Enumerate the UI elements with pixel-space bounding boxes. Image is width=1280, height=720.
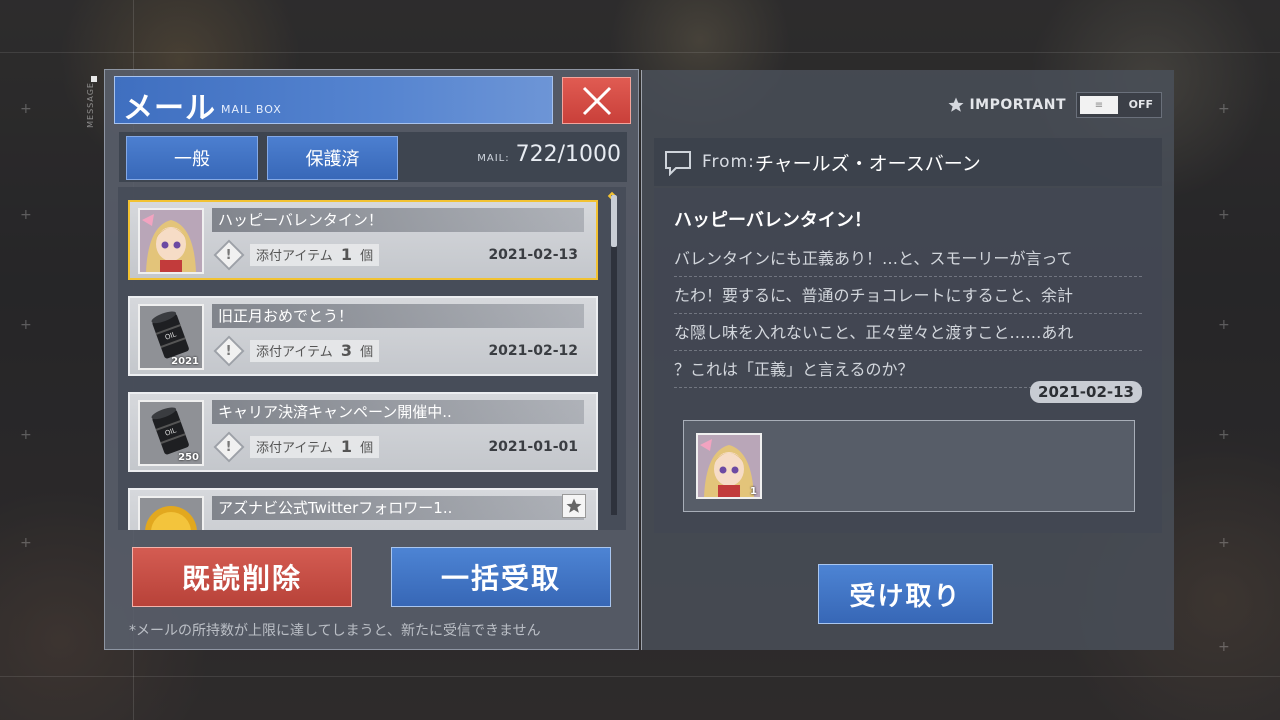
toggle-knob-icon: ≡: [1080, 96, 1118, 114]
exclamation-icon: !: [213, 239, 245, 271]
attachment-label: 添付アイテム: [256, 345, 333, 360]
mail-item-meta: ! 添付アイテム 3 個 2021-02-12: [212, 335, 584, 367]
mail-item-meta: ! 添付アイテム 1 個 2021-02-13: [212, 239, 584, 271]
message-line: な隠し味を入れないこと、正々堂々と渡すこと……あれ: [674, 314, 1142, 351]
message-body-area: ハッピーバレンタイン！ バレンタインにも正義あり！…と、スモーリーが言って たわ…: [654, 188, 1162, 533]
mail-count-label: MAIL:: [477, 153, 510, 164]
mail-item-meta: ! 添付アイテム 1 個 2021-01-01: [212, 431, 584, 463]
crosshair-icon: +: [20, 317, 32, 333]
mail-list[interactable]: ハッピーバレンタイン！ ! 添付アイテム 1 個 2021-02-13 OIL …: [118, 187, 626, 530]
mailbox-footnote: *メールの所持数が上限に達してしまうと、新たに受信できません: [129, 623, 541, 639]
message-body: バレンタインにも正義あり！…と、スモーリーが言って たわ！要するに、普通のチョコ…: [674, 240, 1142, 388]
message-date: 2021-02-13: [1030, 381, 1142, 403]
crosshair-icon: +: [1218, 207, 1230, 223]
mailbox-title-bar: メール MAIL BOX: [114, 76, 553, 126]
tab-general[interactable]: 一般: [126, 136, 258, 180]
mail-count-value: 722/1000: [515, 142, 621, 167]
from-label: From:: [702, 152, 755, 172]
from-bar: From: チャールズ・オースバーン: [654, 138, 1162, 186]
grid-line: [0, 52, 1280, 53]
close-button[interactable]: [562, 77, 631, 124]
mail-item[interactable]: OIL 2021 旧正月おめでとう！ ! 添付アイテム 3 個 2021-02-…: [128, 296, 598, 376]
mail-item-title: キャリア決済キャンペーン開催中..: [212, 400, 584, 424]
crosshair-icon: +: [20, 207, 32, 223]
grid-line: [0, 676, 1280, 677]
tab-protected[interactable]: 保護済: [267, 136, 398, 180]
crosshair-icon: +: [1218, 535, 1230, 551]
item-quantity: 250: [178, 452, 199, 463]
mail-item-title: ハッピーバレンタイン！: [212, 208, 584, 232]
character-avatar-icon: [138, 208, 204, 274]
attachment-count: 1: [340, 437, 352, 456]
oil-barrel-icon: OIL 2021: [138, 304, 204, 370]
crosshair-icon: +: [1218, 639, 1230, 655]
close-icon: [582, 86, 611, 115]
avatar-image: [140, 210, 202, 272]
item-quantity: 2021: [171, 356, 199, 367]
mail-item-date: 2021-01-01: [488, 439, 578, 455]
message-title: ハッピーバレンタイン！: [674, 210, 872, 231]
important-label: IMPORTANT: [947, 96, 1066, 114]
from-name: チャールズ・オースバーン: [754, 152, 981, 175]
crosshair-icon: +: [1218, 317, 1230, 333]
crosshair-icon: +: [1218, 427, 1230, 443]
message-line: バレンタインにも正義あり！…と、スモーリーが言って: [674, 240, 1142, 277]
side-label: MESSAGE: [86, 82, 95, 128]
attachment-unit: 個: [360, 249, 374, 264]
mail-item-date: 2021-02-12: [488, 343, 578, 359]
delete-read-button[interactable]: 既読削除: [132, 547, 352, 607]
attachment-info: 添付アイテム 1 個: [250, 436, 380, 458]
message-line: たわ！要するに、普通のチョコレートにすること、余計: [674, 277, 1142, 314]
attachment-label: 添付アイテム: [256, 249, 333, 264]
crosshair-icon: +: [1218, 101, 1230, 117]
important-star-icon: [562, 494, 586, 518]
speech-bubble-icon: [665, 151, 691, 176]
toggle-state: OFF: [1128, 98, 1153, 111]
attachment-count: 1: [340, 245, 352, 264]
claim-all-button[interactable]: 一括受取: [391, 547, 611, 607]
mailbox-header: 一般 保護済 MAIL: 722/1000: [119, 132, 627, 182]
attachment-label: 添付アイテム: [256, 441, 333, 456]
mail-detail-panel: IMPORTANT ≡ OFF From: チャールズ・オースバーン ハッピーバ…: [641, 70, 1174, 650]
star-icon: [948, 97, 964, 112]
attachment-info: 添付アイテム 1 個: [250, 244, 380, 266]
mailbox-panel: メール MAIL BOX 一般 保護済 MAIL: 722/1000 ハッピーバ…: [104, 69, 639, 650]
attachment-unit: 個: [360, 441, 374, 456]
attachment-unit: 個: [360, 345, 374, 360]
crosshair-icon: +: [20, 101, 32, 117]
important-toggle[interactable]: ≡ OFF: [1076, 92, 1162, 118]
oil-barrel-icon: OIL 250: [138, 400, 204, 466]
mail-item[interactable]: ハッピーバレンタイン！ ! 添付アイテム 1 個 2021-02-13: [128, 200, 598, 280]
attachment-count: 3: [340, 341, 352, 360]
crosshair-icon: +: [20, 427, 32, 443]
exclamation-icon: !: [213, 335, 245, 367]
mail-item-title: 旧正月おめでとう！: [212, 304, 584, 328]
attachment-info: 添付アイテム 3 個: [250, 340, 380, 362]
mail-item-title: アズナビ公式Twitterフォロワー1..: [212, 496, 584, 520]
crosshair-icon: +: [20, 535, 32, 551]
mailbox-subtitle: MAIL BOX: [221, 103, 282, 116]
important-filter: IMPORTANT ≡ OFF: [947, 92, 1162, 118]
mail-item-date: 2021-02-13: [488, 247, 578, 263]
attachment-item-icon[interactable]: 1: [696, 433, 762, 499]
mail-count: MAIL: 722/1000: [477, 142, 621, 167]
attachment-box: 1: [683, 420, 1135, 512]
attachment-quantity: 1: [750, 486, 757, 497]
mail-item[interactable]: OIL 250 キャリア決済キャンペーン開催中.. ! 添付アイテム 1 個 2…: [128, 392, 598, 472]
gold-coin-icon: [138, 496, 204, 530]
mail-item[interactable]: アズナビ公式Twitterフォロワー1..: [128, 488, 598, 530]
important-label-text: IMPORTANT: [969, 97, 1066, 113]
exclamation-icon: !: [213, 431, 245, 463]
scrollbar-thumb[interactable]: [611, 195, 617, 247]
gold-coin-image: [140, 498, 202, 530]
receive-button[interactable]: 受け取り: [818, 564, 993, 624]
mailbox-title: メール: [123, 91, 216, 126]
